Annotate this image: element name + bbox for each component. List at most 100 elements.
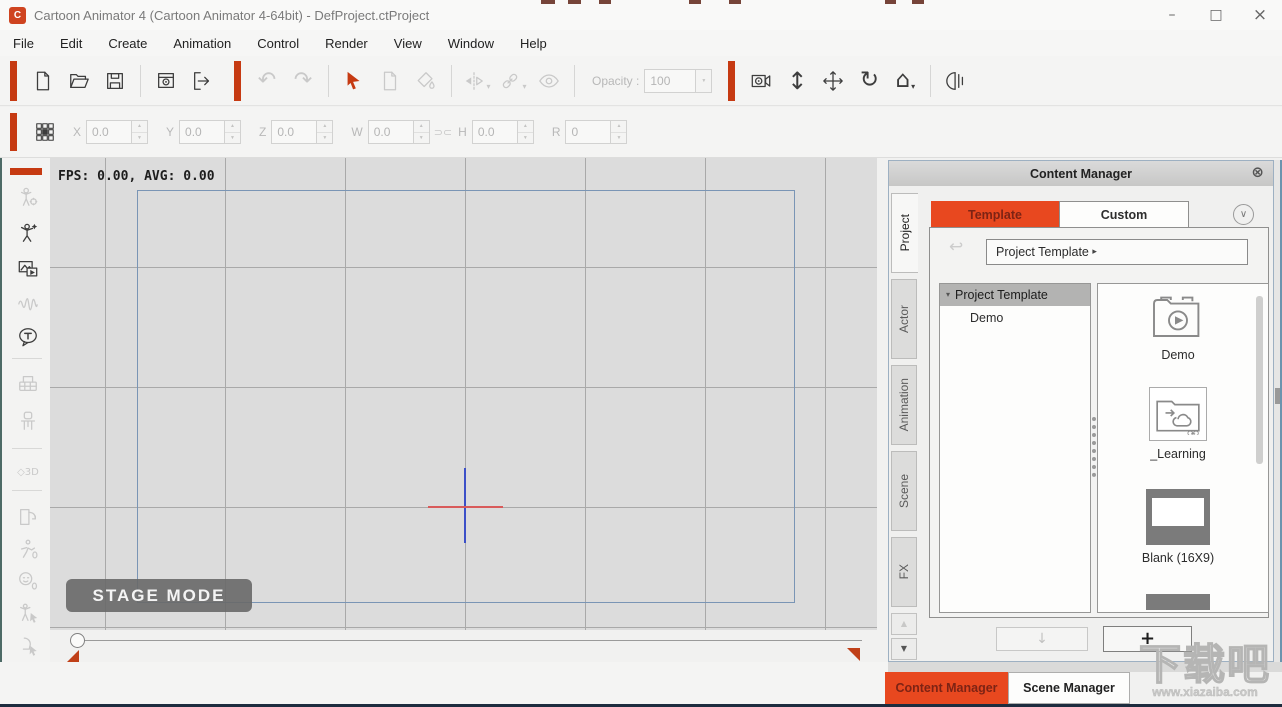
menu-create[interactable]: Create (95, 32, 160, 55)
breadcrumb-back-icon[interactable]: ↩ (949, 239, 963, 256)
blank-169-thumbnail (1146, 489, 1210, 545)
add-content-button[interactable]: + (1103, 626, 1192, 652)
menu-bar: File Edit Create Animation Control Rende… (0, 30, 1282, 56)
tree-item-project-template[interactable]: ▾ Project Template (940, 284, 1090, 306)
w-field[interactable]: 0.0▲▼ (368, 120, 430, 144)
side-tab-scene[interactable]: Scene (891, 451, 917, 531)
stage-canvas[interactable]: FPS: 0.00, AVG: 0.00 STAGE MODE (50, 158, 877, 630)
visibility-button[interactable] (531, 63, 567, 99)
close-button[interactable]: × (1238, 0, 1282, 30)
menu-control[interactable]: Control (244, 32, 312, 55)
sprite-flip-icon[interactable] (15, 504, 41, 530)
export-button[interactable] (184, 63, 220, 99)
y-field[interactable]: 0.0▲▼ (179, 120, 241, 144)
side-tab-fx[interactable]: FX (891, 537, 917, 607)
pan-vertical-button[interactable]: ↕ (779, 63, 815, 99)
main-toolbar: ↶ ↷ ▾ ▾ Opacity : 100 ▼ ↕ ↻ ⌂▾ (0, 56, 1282, 106)
tab-custom[interactable]: Custom (1059, 201, 1189, 228)
tab-template[interactable]: Template (931, 201, 1059, 228)
body-key-icon[interactable] (15, 600, 41, 626)
side-tab-scroll-down[interactable]: ▼ (891, 638, 917, 660)
wh-link-icon[interactable]: ⊃⊂ (434, 127, 452, 138)
sidebar-separator (12, 490, 42, 491)
redo-button[interactable]: ↷ (285, 63, 321, 99)
preview-button[interactable] (148, 63, 184, 99)
rotate-tool-button[interactable]: ↻ (851, 63, 887, 99)
menu-edit[interactable]: Edit (47, 32, 95, 55)
face-key-icon[interactable] (15, 632, 41, 658)
link-button[interactable]: ▾ (495, 63, 531, 99)
splitter-handle[interactable] (1092, 417, 1096, 477)
toolbar-separator (574, 65, 575, 97)
sidebar-accent-bar (10, 168, 42, 175)
h-field[interactable]: 0.0▲▼ (472, 120, 534, 144)
opacity-field[interactable]: 100 ▼ (644, 69, 712, 93)
window-controls: – □ × (1150, 0, 1282, 30)
watermark-artifact (689, 0, 701, 4)
z-field[interactable]: 0.0▲▼ (271, 120, 333, 144)
library-item-demo[interactable]: Demo (1098, 294, 1258, 362)
color-fill-button[interactable] (408, 63, 444, 99)
text-bubble-icon[interactable] (15, 324, 41, 350)
library-item-learning[interactable]: _Learning (1098, 387, 1258, 461)
props-icon[interactable] (15, 370, 41, 396)
app-icon: C (9, 7, 26, 24)
menu-animation[interactable]: Animation (160, 32, 244, 55)
select-tool-button[interactable] (336, 63, 372, 99)
toolbar-accent-bar (728, 61, 735, 101)
library-item-partial[interactable] (1146, 594, 1210, 610)
tree-caret-icon[interactable]: ▾ (946, 291, 950, 299)
menu-window[interactable]: Window (435, 32, 507, 55)
side-tab-animation[interactable]: Animation (891, 365, 917, 445)
download-button[interactable]: ↓ (996, 627, 1088, 651)
panel-header[interactable]: Content Manager ⊗ (889, 161, 1273, 186)
face-puppet-icon[interactable] (15, 568, 41, 594)
open-project-button[interactable] (61, 63, 97, 99)
new-project-button[interactable] (25, 63, 61, 99)
motion-puppet-icon[interactable] (15, 536, 41, 562)
timeline-track[interactable] (72, 640, 862, 641)
tree-item-demo[interactable]: Demo (940, 306, 1090, 330)
create-actor-icon[interactable] (15, 220, 41, 246)
media-library-icon[interactable] (15, 256, 41, 282)
scene-manager-tab[interactable]: Scene Manager (1008, 672, 1130, 704)
watermark-artifact (729, 0, 741, 4)
title-bar: C Cartoon Animator 4 (Cartoon Animator 4… (0, 0, 1282, 30)
content-manager-panel: Content Manager ⊗ Project Actor Animatio… (888, 160, 1274, 662)
r-field[interactable]: 0▲▼ (565, 120, 627, 144)
panel-close-icon[interactable]: ⊗ (1251, 165, 1264, 180)
audio-icon[interactable] (15, 290, 41, 316)
origin-axis-horizontal (428, 506, 503, 508)
content-manager-tab[interactable]: Content Manager (885, 672, 1008, 704)
flip-button[interactable]: ▾ (459, 63, 495, 99)
stage-border (137, 190, 795, 603)
right-edge-thumb[interactable] (1275, 388, 1280, 404)
doll-figure-icon[interactable] (15, 408, 41, 434)
library-item-blank-169[interactable]: Blank (16X9) (1098, 489, 1258, 565)
actor-setup-icon[interactable] (15, 184, 41, 210)
side-tab-project[interactable]: Project (891, 193, 918, 273)
breadcrumb[interactable]: Project Template ▸ (986, 239, 1248, 265)
3d-motion-icon[interactable]: ◇3D (15, 460, 41, 486)
move-tool-button[interactable] (815, 63, 851, 99)
collect-clip-button[interactable] (372, 63, 408, 99)
menu-view[interactable]: View (381, 32, 435, 55)
home-view-button[interactable]: ⌂▾ (887, 63, 923, 99)
side-tab-scroll-up[interactable]: ▲ (891, 613, 917, 635)
menu-file[interactable]: File (0, 32, 47, 55)
menu-render[interactable]: Render (312, 32, 381, 55)
x-field[interactable]: 0.0▲▼ (86, 120, 148, 144)
undo-button[interactable]: ↶ (249, 63, 285, 99)
camera-view-button[interactable] (743, 63, 779, 99)
side-tab-actor[interactable]: Actor (891, 279, 917, 359)
panel-collapse-icon[interactable]: ∨ (1233, 204, 1254, 225)
menu-help[interactable]: Help (507, 32, 560, 55)
minimize-button[interactable]: – (1150, 0, 1194, 30)
timeline-handle[interactable] (70, 633, 85, 648)
panel-title: Content Manager (1030, 167, 1132, 181)
save-project-button[interactable] (97, 63, 133, 99)
timeline-end-marker[interactable] (847, 648, 860, 661)
curtain-button[interactable] (938, 63, 974, 99)
snap-grid-button[interactable] (27, 114, 63, 150)
maximize-button[interactable]: □ (1194, 0, 1238, 30)
